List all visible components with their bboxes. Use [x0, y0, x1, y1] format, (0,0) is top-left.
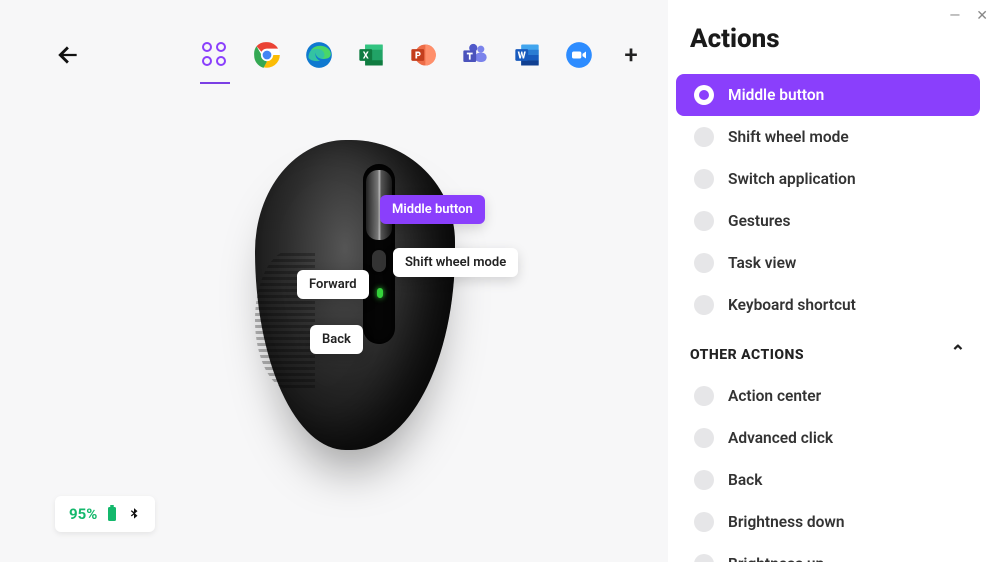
radio-icon [694, 428, 714, 448]
action-label: Advanced click [728, 429, 833, 447]
main-pane: + Middle button Shift wheel mode Forward… [0, 0, 668, 562]
action-label: Task view [728, 254, 796, 272]
app-profiles-row: + [200, 40, 646, 70]
app-zoom[interactable] [564, 40, 594, 70]
mouse-mode-switch [372, 250, 386, 272]
radio-icon [694, 295, 714, 315]
minimize-button[interactable]: — [949, 8, 960, 24]
app-chrome[interactable] [252, 40, 282, 70]
excel-icon [357, 41, 385, 69]
action-label: Action center [728, 387, 821, 405]
apps-grid-icon [202, 42, 228, 68]
app-word[interactable] [512, 40, 542, 70]
actions-scroll[interactable]: Middle button Shift wheel mode Switch ap… [668, 74, 1000, 562]
action-advanced-click[interactable]: Advanced click [676, 417, 980, 459]
panel-title: Actions [690, 24, 980, 54]
action-label: Middle button [728, 86, 824, 104]
action-middle-button[interactable]: Middle button [676, 74, 980, 116]
app-edge[interactable] [304, 40, 334, 70]
app-powerpoint[interactable] [408, 40, 438, 70]
app-root: + Middle button Shift wheel mode Forward… [0, 0, 1000, 562]
action-brightness-up[interactable]: Brightness up [676, 543, 980, 562]
back-arrow-button[interactable] [55, 42, 81, 68]
radio-icon [694, 127, 714, 147]
radio-icon [694, 253, 714, 273]
battery-icon [105, 505, 119, 523]
mouse-diagram: Middle button Shift wheel mode Forward B… [255, 140, 475, 470]
other-actions-header[interactable]: OTHER ACTIONS ⌃ [668, 326, 988, 375]
arrow-left-icon [55, 42, 81, 68]
action-action-center[interactable]: Action center [676, 375, 980, 417]
action-task-view[interactable]: Task view [676, 242, 980, 284]
radio-icon [694, 211, 714, 231]
action-keyboard-shortcut[interactable]: Keyboard shortcut [676, 284, 980, 326]
radio-icon [694, 512, 714, 532]
action-label: Back [728, 471, 762, 489]
action-switch-application[interactable]: Switch application [676, 158, 980, 200]
action-label: Brightness up [728, 555, 824, 562]
zoom-icon [565, 41, 593, 69]
radio-icon [694, 554, 714, 562]
add-application-button[interactable]: + [616, 40, 646, 70]
callout-shift-wheel-mode[interactable]: Shift wheel mode [393, 248, 518, 277]
action-label: Switch application [728, 170, 856, 188]
action-label: Keyboard shortcut [728, 296, 856, 314]
chrome-icon [253, 41, 281, 69]
action-gestures[interactable]: Gestures [676, 200, 980, 242]
window-controls: — ✕ [949, 8, 988, 24]
action-brightness-down[interactable]: Brightness down [676, 501, 980, 543]
action-label: Brightness down [728, 513, 845, 531]
action-back[interactable]: Back [676, 459, 980, 501]
app-excel[interactable] [356, 40, 386, 70]
action-label: Gestures [728, 212, 790, 230]
action-shift-wheel-mode[interactable]: Shift wheel mode [676, 116, 980, 158]
action-label: Shift wheel mode [728, 128, 849, 146]
app-teams[interactable] [460, 40, 490, 70]
mouse-status-led [377, 288, 383, 298]
chevron-up-icon: ⌃ [950, 342, 966, 363]
app-all-applications[interactable] [200, 40, 230, 70]
edge-icon [305, 41, 333, 69]
word-icon [513, 41, 541, 69]
radio-icon [694, 85, 714, 105]
close-button[interactable]: ✕ [976, 8, 988, 24]
powerpoint-icon [409, 41, 437, 69]
device-status-chip[interactable]: 95% [55, 496, 155, 532]
callout-forward[interactable]: Forward [297, 270, 369, 299]
callout-middle-button[interactable]: Middle button [380, 195, 485, 224]
actions-panel: — ✕ Actions Middle button Shift wheel mo… [668, 0, 1000, 562]
teams-icon [461, 41, 489, 69]
bluetooth-icon [127, 505, 141, 523]
plus-icon: + [624, 41, 637, 69]
callout-back[interactable]: Back [310, 325, 363, 354]
section-title: OTHER ACTIONS [690, 347, 804, 363]
radio-icon [694, 470, 714, 490]
radio-icon [694, 169, 714, 189]
radio-icon [694, 386, 714, 406]
battery-percent: 95% [69, 505, 97, 523]
